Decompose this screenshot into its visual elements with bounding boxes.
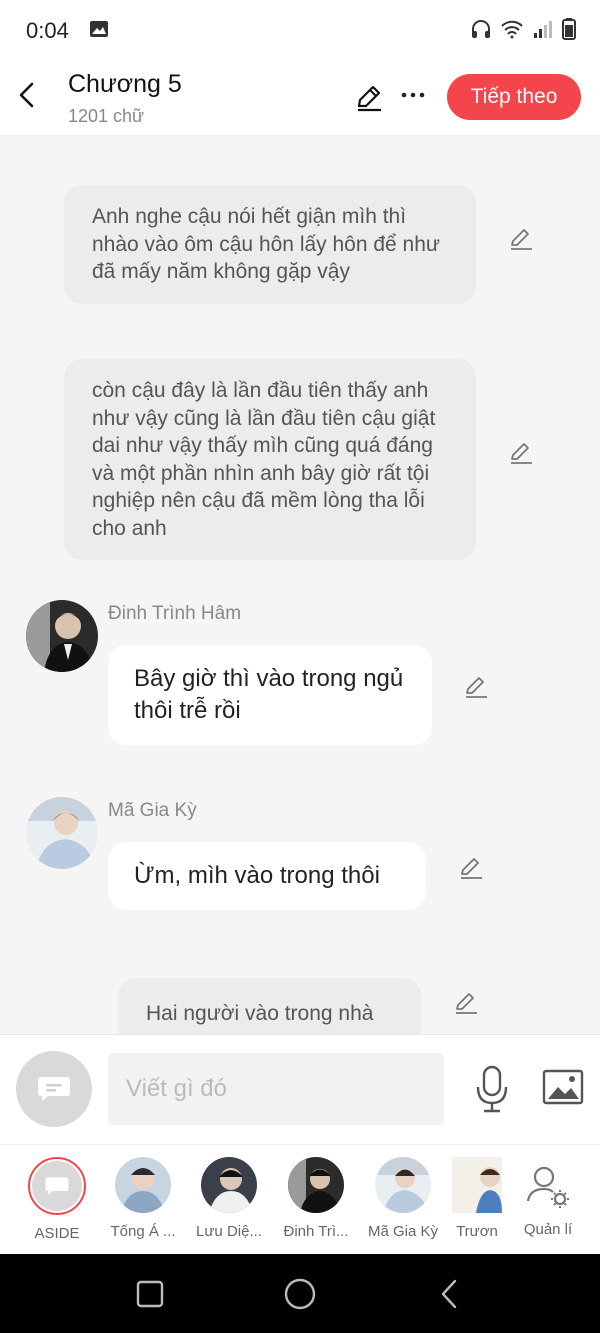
character-label: Đinh Trì... — [283, 1223, 349, 1240]
recent-apps-button[interactable] — [136, 1280, 164, 1308]
character-label: Tống Á ... — [110, 1223, 176, 1240]
manage-characters-button[interactable]: Quản lí — [512, 1157, 584, 1238]
character-label: ASIDE — [34, 1225, 80, 1242]
narration-bubble[interactable]: Hai người vào trong nhà — [118, 978, 421, 1034]
narration-bubble[interactable]: còn cậu đây là lần đầu tiên thấy anh như… — [64, 359, 476, 560]
microphone-icon[interactable] — [474, 1065, 510, 1113]
chapter-title: Chương 5 — [68, 70, 182, 98]
chat-bubble-icon — [45, 1177, 69, 1195]
status-bar: 0:04 — [0, 0, 600, 62]
avatar[interactable] — [26, 797, 98, 869]
back-nav-button[interactable] — [438, 1278, 460, 1310]
image-upload-icon[interactable] — [542, 1069, 584, 1105]
edit-message-icon[interactable] — [508, 440, 534, 466]
character-aside[interactable]: ASIDE — [14, 1157, 100, 1242]
edit-message-icon[interactable] — [463, 674, 489, 700]
battery-icon — [562, 18, 576, 40]
system-nav-bar — [0, 1254, 600, 1333]
character-avatar-item[interactable]: Đinh Trì... — [273, 1157, 359, 1240]
more-options-button[interactable] — [400, 80, 426, 110]
character-avatar-item[interactable]: Mã Gia Kỳ — [360, 1157, 446, 1240]
character-label: Quản lí — [523, 1221, 573, 1238]
compose-bar — [0, 1034, 600, 1144]
character-label: Trươn — [456, 1223, 498, 1240]
home-button[interactable] — [284, 1278, 316, 1310]
word-count: 1201 chữ — [68, 106, 145, 126]
character-avatar-item[interactable]: Lưu Diệ... — [186, 1157, 272, 1240]
dialogue-bubble[interactable]: Ừm, mìh vào trong thôi — [108, 842, 426, 910]
headphones-icon — [472, 20, 490, 38]
aside-toggle-button[interactable] — [16, 1051, 92, 1127]
back-button[interactable] — [14, 80, 40, 110]
character-avatar-item[interactable]: Trươn — [442, 1157, 512, 1240]
edit-chapter-button[interactable] — [354, 82, 384, 112]
user-settings-icon — [526, 1166, 569, 1208]
next-chapter-button[interactable]: Tiếp theo — [447, 74, 581, 120]
dialogue-bubble[interactable]: Bây giờ thì vào trong ngủ thôi trễ rồi — [108, 645, 432, 745]
avatar[interactable] — [26, 600, 98, 672]
edit-message-icon[interactable] — [458, 855, 484, 881]
speaker-name: Đinh Trình Hâm — [108, 603, 242, 624]
character-label: Lưu Diệ... — [196, 1223, 262, 1240]
status-icons — [470, 18, 576, 40]
speaker-name: Mã Gia Kỳ — [108, 800, 197, 821]
status-time: 0:04 — [26, 18, 69, 43]
chat-area[interactable]: Anh nghe cậu nói hết giận mìh thì nhào v… — [0, 136, 600, 1034]
narration-bubble[interactable]: Anh nghe cậu nói hết giận mìh thì nhào v… — [64, 185, 476, 304]
edit-message-icon[interactable] — [453, 990, 479, 1016]
character-avatar-item[interactable]: Tống Á ... — [100, 1157, 186, 1240]
message-input[interactable] — [108, 1053, 444, 1125]
chapter-header: Chương 5 1201 chữ Tiếp theo — [0, 62, 600, 136]
character-selector: ASIDE Tống Á ... Lưu Diệ... Đinh Trì... … — [0, 1144, 600, 1254]
image-notification-icon — [90, 21, 108, 37]
wifi-icon — [501, 20, 523, 39]
edit-message-icon[interactable] — [508, 226, 534, 252]
chat-bubble-icon — [38, 1077, 70, 1101]
character-label: Mã Gia Kỳ — [367, 1223, 439, 1240]
signal-icon — [534, 21, 552, 38]
